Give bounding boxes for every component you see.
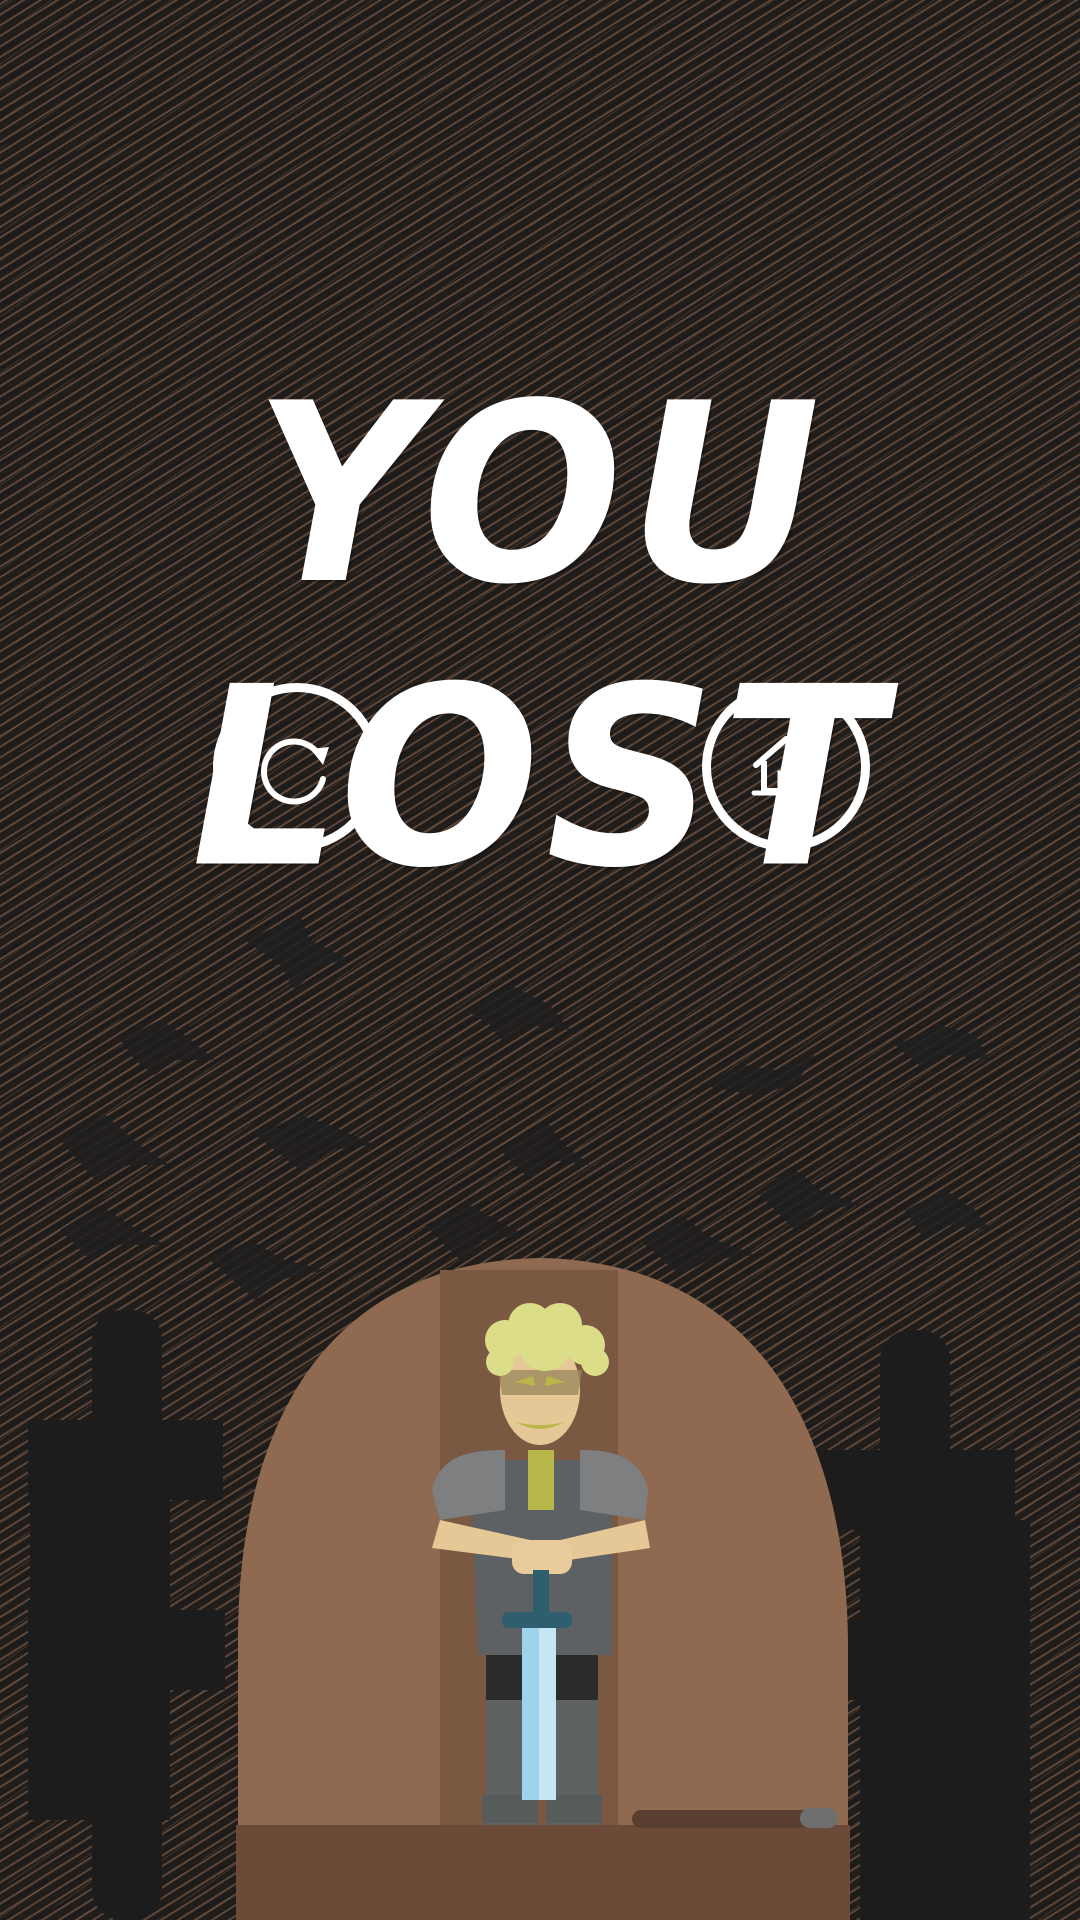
game-over-title: YOU LOST xyxy=(191,350,889,923)
home-icon xyxy=(746,727,826,807)
left-tombstone xyxy=(28,1310,225,1920)
bats-silhouettes xyxy=(60,915,990,1300)
retry-icon xyxy=(257,727,337,807)
game-over-screen: YOU LOST xyxy=(0,0,1080,1920)
retry-button[interactable] xyxy=(213,683,381,851)
background-scene xyxy=(28,915,1030,1920)
home-button[interactable] xyxy=(702,683,870,851)
